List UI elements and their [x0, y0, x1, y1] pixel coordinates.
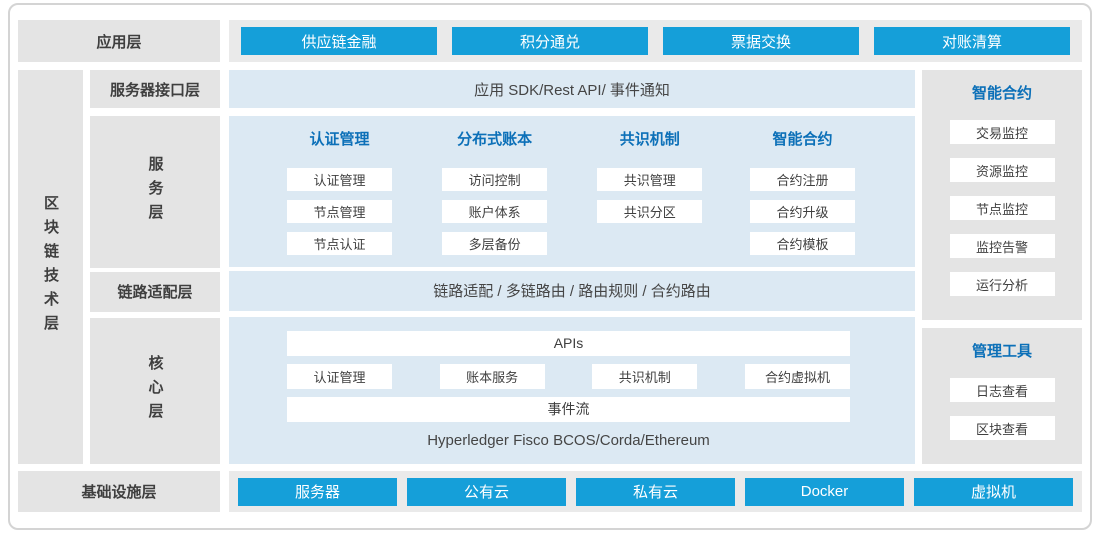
infra-button-vm[interactable]: 虚拟机 [914, 478, 1073, 506]
core-module: 共识机制 [592, 364, 697, 389]
application-layer-row: 应用层 供应链金融 积分通兑 票据交换 对账清算 [18, 20, 1082, 62]
infrastructure-buttons-strip: 服务器 公有云 私有云 Docker 虚拟机 [229, 471, 1082, 512]
event-stream-bar: 事件流 [287, 397, 850, 422]
link-adapter-content: 链路适配 / 多链路由 / 路由规则 / 合约路由 [229, 271, 915, 311]
service-column-header: 智能合约 [772, 129, 832, 151]
infra-button-server[interactable]: 服务器 [238, 478, 397, 506]
sidebar-chip: 监控告警 [950, 234, 1055, 258]
interface-layer-content: 应用 SDK/Rest API/ 事件通知 [229, 70, 915, 108]
diagram-content: 应用层 供应链金融 积分通兑 票据交换 对账清算 区块链技术层 服务器接口层 服… [18, 20, 1082, 512]
service-column-ledger: 分布式账本 访问控制 账户体系 多层备份 [440, 129, 550, 267]
core-layer-text: 核心层 [145, 355, 166, 427]
sidebar-chip: 区块查看 [950, 416, 1055, 440]
sidebar-chip: 运行分析 [950, 272, 1055, 296]
service-chip: 节点管理 [287, 200, 392, 223]
sidebar-chip: 日志查看 [950, 378, 1055, 402]
architecture-diagram: 应用层 供应链金融 积分通兑 票据交换 对账清算 区块链技术层 服务器接口层 服… [0, 0, 1100, 534]
interface-layer-label: 服务器接口层 [90, 70, 220, 108]
core-modules-row: 认证管理 账本服务 共识机制 合约虚拟机 [287, 364, 850, 389]
blockchain-tech-layer-label: 区块链技术层 [18, 70, 83, 464]
platforms-text: Hyperledger Fisco BCOS/Corda/Ethereum [287, 432, 850, 449]
core-module: 认证管理 [287, 364, 392, 389]
infra-button-docker[interactable]: Docker [745, 478, 904, 506]
service-chip: 共识管理 [597, 168, 702, 191]
infrastructure-layer-row: 基础设施层 服务器 公有云 私有云 Docker 虚拟机 [18, 471, 1082, 512]
service-layer-panel: 认证管理 认证管理 节点管理 节点认证 分布式账本 访问控制 账户体系 多层备份… [229, 116, 915, 267]
service-chip: 合约注册 [750, 168, 855, 191]
service-column-header: 认证管理 [309, 129, 369, 151]
infra-button-private-cloud[interactable]: 私有云 [576, 478, 735, 506]
application-layer-label: 应用层 [18, 20, 220, 62]
service-chip: 访问控制 [442, 168, 547, 191]
service-chip: 共识分区 [597, 200, 702, 223]
monitor-box-header: 智能合约 [972, 82, 1032, 106]
app-button-bill-exchange[interactable]: 票据交换 [663, 27, 859, 55]
sidebar-chip: 交易监控 [950, 120, 1055, 144]
service-chip: 合约模板 [750, 232, 855, 255]
service-column-header: 分布式账本 [457, 129, 532, 151]
service-column-header: 共识机制 [620, 129, 680, 151]
core-module: 合约虚拟机 [745, 364, 850, 389]
service-chip: 节点认证 [287, 232, 392, 255]
service-chip: 多层备份 [442, 232, 547, 255]
apis-bar: APIs [287, 331, 850, 356]
service-layer-label: 服务层 [90, 116, 220, 268]
sidebar-chip: 节点监控 [950, 196, 1055, 220]
service-column-smart-contract: 智能合约 合约注册 合约升级 合约模板 [750, 129, 855, 267]
monitor-box: 智能合约 交易监控 资源监控 节点监控 监控告警 运行分析 [922, 70, 1082, 320]
main-content-column: 应用 SDK/Rest API/ 事件通知 认证管理 认证管理 节点管理 节点认… [229, 70, 915, 464]
core-module: 账本服务 [440, 364, 545, 389]
app-button-reconciliation[interactable]: 对账清算 [874, 27, 1070, 55]
service-chip: 合约升级 [750, 200, 855, 223]
application-buttons-strip: 供应链金融 积分通兑 票据交换 对账清算 [229, 20, 1082, 62]
blockchain-tech-layer-text: 区块链技术层 [40, 195, 61, 339]
right-sidebar: 智能合约 交易监控 资源监控 节点监控 监控告警 运行分析 管理工具 日志查看 … [922, 70, 1082, 464]
infra-button-public-cloud[interactable]: 公有云 [407, 478, 566, 506]
service-column-auth: 认证管理 认证管理 节点管理 节点认证 [287, 129, 392, 267]
infrastructure-layer-label: 基础设施层 [18, 471, 220, 512]
management-tools-header: 管理工具 [972, 340, 1032, 364]
service-column-consensus: 共识机制 共识管理 共识分区 [597, 129, 702, 267]
core-layer-label: 核心层 [90, 318, 220, 464]
link-adapter-layer-label: 链路适配层 [90, 272, 220, 312]
app-button-supply-chain-finance[interactable]: 供应链金融 [241, 27, 437, 55]
sidebar-chip: 资源监控 [950, 158, 1055, 182]
core-layer-panel: APIs 认证管理 账本服务 共识机制 合约虚拟机 事件流 Hyperledge… [229, 317, 915, 464]
service-layer-text: 服务层 [145, 156, 166, 228]
blockchain-tech-layer-row: 区块链技术层 服务器接口层 服务层 链路适配层 核心层 应用 SD [18, 70, 1082, 464]
service-chip: 账户体系 [442, 200, 547, 223]
app-button-points-exchange[interactable]: 积分通兑 [452, 27, 648, 55]
sublayer-labels-column: 服务器接口层 服务层 链路适配层 核心层 [90, 70, 220, 464]
management-tools-box: 管理工具 日志查看 区块查看 [922, 328, 1082, 464]
service-chip: 认证管理 [287, 168, 392, 191]
